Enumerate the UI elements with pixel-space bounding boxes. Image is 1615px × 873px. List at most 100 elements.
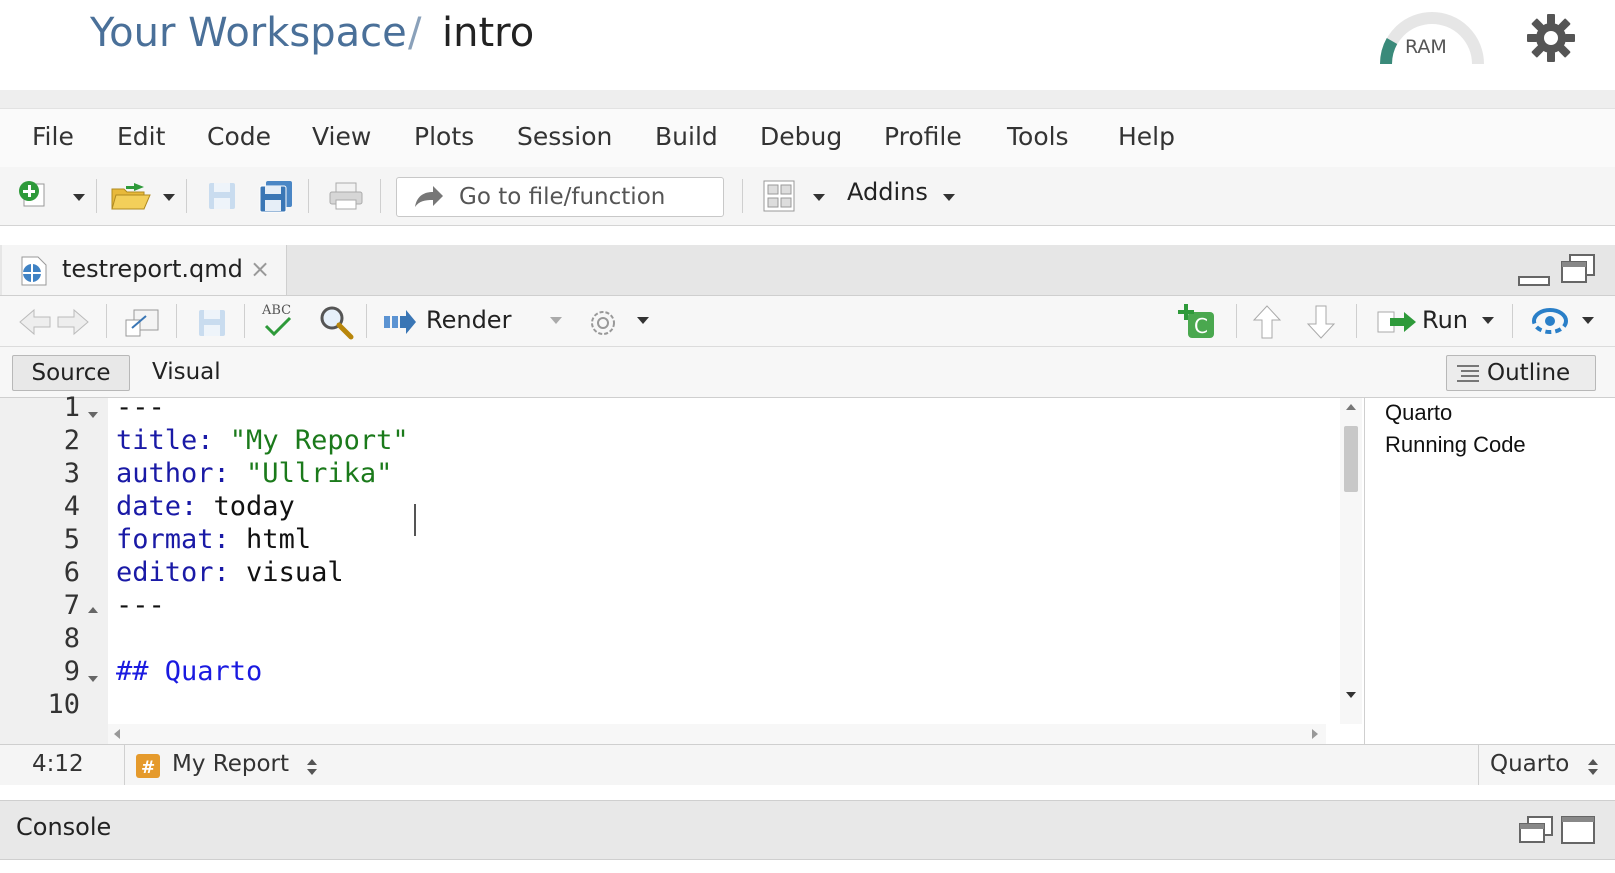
new-file-icon[interactable]: [18, 180, 46, 208]
outline-label: Outline: [1487, 360, 1571, 386]
render-arrow-icon[interactable]: [382, 308, 418, 336]
tab-testreport-qmd[interactable]: testreport.qmd ×: [2, 245, 287, 295]
next-chunk-icon[interactable]: [1306, 304, 1336, 340]
breadcrumb-project: intro: [442, 10, 535, 56]
show-in-window-icon[interactable]: [124, 308, 160, 338]
visual-mode-button[interactable]: Visual: [152, 355, 221, 389]
editor-save-icon[interactable]: [197, 308, 227, 338]
menu-view[interactable]: View: [312, 122, 371, 151]
forward-arrow-icon[interactable]: [56, 308, 90, 336]
outline-toggle-button[interactable]: Outline: [1446, 355, 1596, 391]
code-token: ---: [116, 398, 165, 423]
run-options-caret-icon[interactable]: [1482, 317, 1494, 324]
svg-text:#: #: [141, 758, 155, 778]
menu-file[interactable]: File: [32, 122, 74, 151]
breadcrumb-workspace-link[interactable]: Your Workspace: [90, 10, 407, 56]
re-run-caret-icon[interactable]: [1582, 317, 1594, 324]
insert-chunk-icon[interactable]: C: [1176, 302, 1218, 340]
up-down-chevron-icon[interactable]: [305, 757, 319, 777]
render-button[interactable]: Render: [426, 306, 511, 334]
line-number: 3: [63, 458, 80, 489]
go-to-arrow-icon: [415, 186, 443, 207]
scroll-thumb[interactable]: [1344, 426, 1358, 492]
outline-item[interactable]: Running Code: [1385, 432, 1526, 458]
code-line: date: today: [116, 491, 295, 522]
save-icon[interactable]: [207, 181, 237, 211]
open-folder-caret-icon[interactable]: [163, 194, 175, 201]
settings-caret-icon[interactable]: [637, 317, 649, 324]
fold-collapse-icon[interactable]: [88, 412, 98, 418]
code-token: author:: [116, 458, 230, 489]
render-options-caret-icon[interactable]: [550, 317, 562, 324]
code-token: "My Report": [213, 425, 409, 456]
settings-gear-icon[interactable]: [586, 306, 620, 340]
section-navigator[interactable]: My Report: [172, 751, 289, 777]
menu-code[interactable]: Code: [207, 122, 271, 151]
menu-bar: File Edit Code View Plots Session Build …: [0, 108, 1615, 168]
scroll-down-icon[interactable]: [1346, 692, 1356, 698]
code-token: today: [197, 491, 295, 522]
fold-collapse-icon[interactable]: [88, 676, 98, 682]
menu-plots[interactable]: Plots: [414, 122, 474, 151]
menu-build[interactable]: Build: [655, 122, 718, 151]
previous-chunk-icon[interactable]: [1252, 304, 1282, 340]
code-line: ---: [116, 398, 165, 423]
menu-debug[interactable]: Debug: [760, 122, 842, 151]
scroll-left-icon[interactable]: [114, 729, 120, 739]
menu-tools[interactable]: Tools: [1007, 122, 1069, 151]
pane-layout-icon[interactable]: [762, 179, 796, 213]
run-button[interactable]: Run: [1422, 306, 1468, 334]
scroll-right-icon[interactable]: [1312, 729, 1318, 739]
code-line: title: "My Report": [116, 425, 409, 456]
back-arrow-icon[interactable]: [18, 308, 52, 336]
close-tab-icon[interactable]: ×: [250, 255, 270, 283]
code-token: editor:: [116, 557, 230, 588]
menu-help[interactable]: Help: [1118, 122, 1175, 151]
save-all-icon[interactable]: [258, 179, 294, 213]
go-to-file-function-input[interactable]: Go to file/function: [396, 177, 724, 217]
new-file-caret-icon[interactable]: [73, 194, 85, 201]
print-icon[interactable]: [328, 181, 364, 211]
re-run-icon[interactable]: [1530, 306, 1570, 336]
code-line: ## Quarto: [116, 656, 262, 687]
pane-layout-caret-icon[interactable]: [813, 194, 825, 201]
fold-end-icon[interactable]: [88, 607, 98, 613]
minimize-pane-icon[interactable]: [1517, 263, 1551, 287]
source-mode-button[interactable]: Source: [12, 355, 130, 391]
console-tab[interactable]: Console: [16, 813, 111, 841]
line-number: 9: [63, 656, 80, 687]
spellcheck-icon[interactable]: ABC: [260, 300, 302, 340]
editor-mode-bar: Source Visual Outline: [0, 347, 1615, 398]
line-number: 7: [63, 590, 80, 621]
menu-session[interactable]: Session: [517, 122, 612, 151]
code-editor[interactable]: --- title: "My Report" author: "Ullrika" da…: [108, 398, 1340, 724]
menu-profile[interactable]: Profile: [884, 122, 962, 151]
run-arrow-icon[interactable]: [1376, 308, 1418, 336]
scroll-up-icon[interactable]: [1346, 404, 1356, 410]
code-token: "Ullrika": [229, 458, 393, 489]
file-type-selector[interactable]: Quarto: [1490, 751, 1569, 777]
outline-lines-icon: [1457, 365, 1479, 382]
search-icon[interactable]: [318, 304, 354, 340]
outline-item[interactable]: Quarto: [1385, 400, 1452, 426]
editor-horizontal-scrollbar[interactable]: [108, 724, 1326, 744]
gear-icon[interactable]: [1525, 12, 1577, 64]
code-token: title:: [116, 425, 214, 456]
code-token: date:: [116, 491, 198, 522]
up-down-chevron-icon[interactable]: [1586, 757, 1600, 777]
code-line: format: html: [116, 524, 311, 555]
line-number: 10: [47, 689, 80, 720]
code-line: author: "Ullrika": [116, 458, 392, 489]
console-pane-header[interactable]: Console: [0, 800, 1615, 860]
menu-edit[interactable]: Edit: [117, 122, 165, 151]
addins-menu[interactable]: Addins: [847, 178, 928, 206]
maximize-pane-icon[interactable]: [1560, 253, 1596, 285]
line-number: 8: [63, 623, 80, 654]
open-folder-icon[interactable]: [110, 181, 154, 211]
restore-pane-icon[interactable]: [1518, 815, 1554, 845]
addins-caret-icon[interactable]: [943, 194, 955, 201]
maximize-console-icon[interactable]: [1560, 815, 1596, 845]
code-line: ---: [116, 590, 165, 621]
line-number: 5: [63, 524, 80, 555]
tab-filename: testreport.qmd: [62, 255, 243, 283]
